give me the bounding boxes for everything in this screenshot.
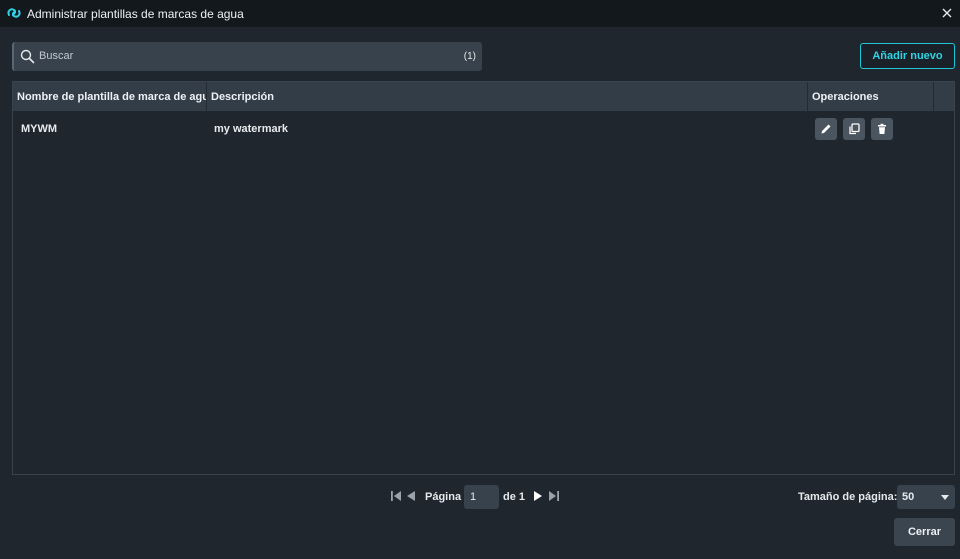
template-name-cell: MYWM bbox=[21, 122, 58, 135]
column-divider bbox=[933, 82, 934, 111]
template-description-cell: my watermark bbox=[214, 122, 288, 135]
delete-button[interactable] bbox=[871, 118, 893, 140]
page-size-label: Tamaño de página: bbox=[798, 491, 898, 503]
column-divider[interactable] bbox=[807, 82, 808, 111]
duplicate-icon bbox=[849, 123, 860, 135]
next-page-icon[interactable] bbox=[533, 490, 544, 502]
table-header: Nombre de plantilla de marca de agu Desc… bbox=[13, 82, 954, 111]
page-size-select[interactable]: 50 bbox=[897, 485, 955, 509]
search-result-count: (1) bbox=[463, 51, 476, 62]
column-divider[interactable] bbox=[206, 82, 207, 111]
column-header-name[interactable]: Nombre de plantilla de marca de agu bbox=[17, 82, 207, 111]
title-bar: Administrar plantillas de marcas de agua bbox=[0, 0, 960, 27]
close-window-button[interactable] bbox=[938, 4, 956, 22]
page-size-value: 50 bbox=[902, 491, 915, 503]
column-header-description[interactable]: Descripción bbox=[211, 82, 801, 111]
templates-table: Nombre de plantilla de marca de agu Desc… bbox=[12, 81, 955, 475]
search-box[interactable]: (1) bbox=[12, 42, 482, 71]
close-icon bbox=[942, 8, 952, 18]
page-total-label: de 1 bbox=[503, 491, 526, 503]
last-page-icon[interactable] bbox=[548, 490, 560, 502]
first-page-icon[interactable] bbox=[390, 490, 402, 502]
delete-icon bbox=[878, 123, 886, 134]
close-button[interactable]: Cerrar bbox=[894, 518, 955, 546]
search-icon bbox=[20, 49, 35, 64]
previous-page-icon[interactable] bbox=[405, 490, 416, 502]
column-header-operations: Operaciones bbox=[812, 90, 879, 103]
chevron-down-icon bbox=[941, 495, 949, 500]
page-label: Página bbox=[425, 491, 462, 503]
table-row[interactable]: MYWM my watermark bbox=[13, 111, 954, 146]
swirl-logo-icon bbox=[7, 8, 21, 18]
edit-icon bbox=[821, 124, 831, 134]
duplicate-button[interactable] bbox=[843, 118, 865, 140]
add-new-button[interactable]: Añadir nuevo bbox=[860, 43, 955, 69]
window-title: Administrar plantillas de marcas de agua bbox=[27, 7, 244, 21]
search-input[interactable] bbox=[39, 46, 439, 66]
page-number-input[interactable] bbox=[464, 485, 499, 509]
edit-button[interactable] bbox=[815, 118, 837, 140]
